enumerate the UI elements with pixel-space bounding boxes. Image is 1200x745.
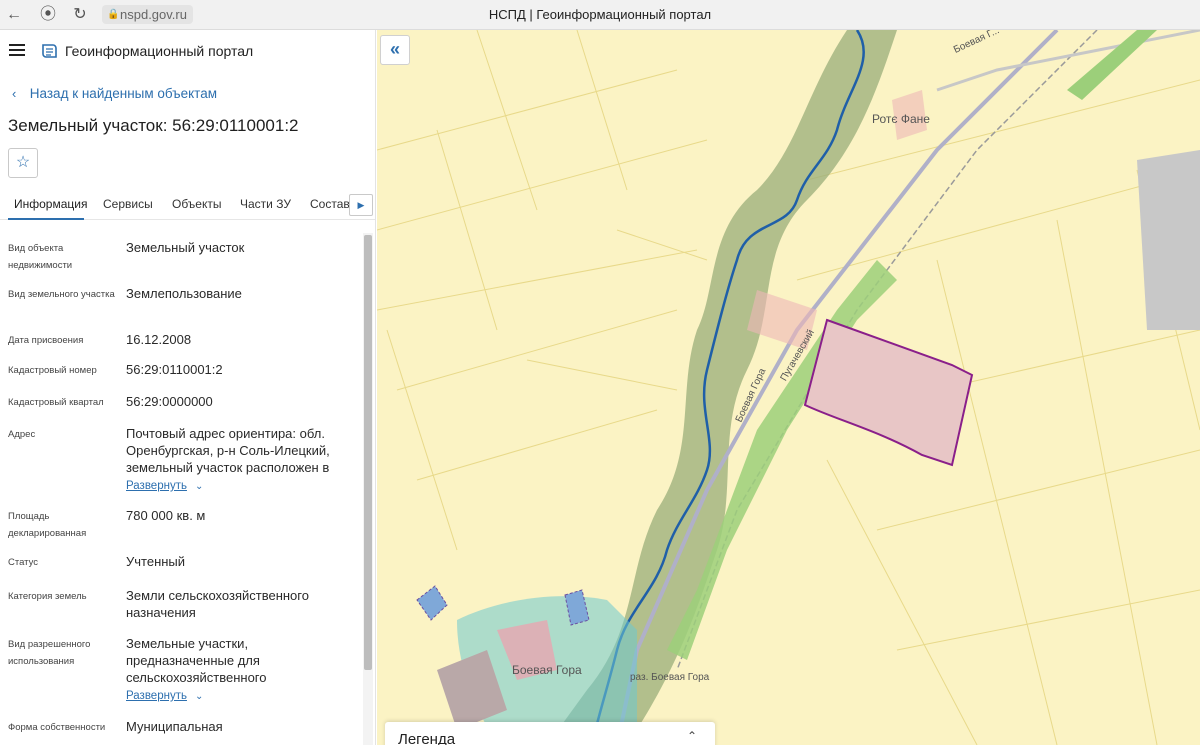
- tab-objects[interactable]: Объекты: [172, 197, 222, 211]
- portal-logo-icon: [42, 44, 57, 58]
- back-to-results-link[interactable]: ‹ Назад к найденным объектам: [12, 86, 217, 101]
- property-value: Земельные участки, предназначенные для с…: [126, 636, 267, 685]
- scrollbar-thumb[interactable]: [364, 235, 372, 670]
- property-label: Форма собственности: [8, 722, 106, 733]
- property-value: Землепользование: [126, 286, 242, 301]
- expand-address-link[interactable]: Развернуть ⌄: [126, 480, 203, 492]
- tab-parts[interactable]: Части ЗУ: [240, 197, 291, 211]
- property-value: Земли сельскохозяйственного назначения: [126, 588, 309, 620]
- chevron-down-icon: ⌄: [194, 691, 204, 702]
- star-icon: ☆: [15, 154, 31, 171]
- property-value: 56:29:0000000: [126, 394, 213, 409]
- chevron-down-icon: ⌄: [194, 481, 204, 492]
- property-label: Дата присвоения: [8, 335, 84, 346]
- settlement-label: Боевая Гора: [512, 663, 582, 677]
- collapse-panel-button[interactable]: «: [380, 35, 410, 65]
- caret-right-icon: ▶: [357, 200, 365, 210]
- favorite-button[interactable]: ☆: [8, 148, 38, 178]
- menu-icon[interactable]: [9, 44, 25, 56]
- property-value: 56:29:0110001:2: [126, 362, 223, 377]
- station-label: раз. Боевая Гора: [630, 672, 710, 683]
- property-label: Площадь декларированная: [8, 511, 87, 539]
- chevron-left-icon: ‹: [12, 86, 17, 101]
- property-value: Почтовый адрес ориентира: обл. Оренбургс…: [126, 426, 330, 475]
- active-tab-indicator: [8, 218, 84, 220]
- green-strip: [1067, 30, 1157, 100]
- property-value: 780 000 кв. м: [126, 508, 206, 523]
- object-title: Земельный участок: 56:29:0110001:2: [8, 116, 299, 135]
- expand-label: Развернуть: [126, 690, 187, 702]
- tab-information[interactable]: Информация: [14, 197, 87, 211]
- tab-services[interactable]: Сервисы: [103, 197, 153, 211]
- map-view[interactable]: Ротє Фане Боевая Гора раз. Боевая Гора П…: [377, 30, 1200, 745]
- selected-parcel[interactable]: [803, 318, 974, 467]
- browser-tab-title: НСПД | Геоинформационный портал: [488, 7, 712, 22]
- expand-usage-link[interactable]: Развернуть ⌄: [126, 690, 203, 702]
- settlement-label: Ротє Фане: [872, 112, 930, 126]
- property-value: Земельный участок: [126, 240, 245, 255]
- property-label: Вид объекта недвижимости: [8, 243, 73, 271]
- property-label: Категория земель: [8, 591, 87, 602]
- settlement-block: [416, 585, 448, 621]
- back-link-label: Назад к найденным объектам: [29, 86, 218, 101]
- tab-composition[interactable]: Состав: [310, 197, 350, 211]
- expand-collapse-icon[interactable]: ⌃: [687, 729, 697, 743]
- double-chevron-left-icon: «: [389, 39, 400, 59]
- property-label: Вид земельного участка: [8, 289, 115, 300]
- property-label: Кадастровый квартал: [8, 397, 104, 408]
- tab-bar: Информация Сервисы Объекты Части ЗУ Сост…: [0, 190, 375, 220]
- app-title: Геоинформационный портал: [65, 43, 254, 59]
- map-canvas[interactable]: [377, 30, 1200, 745]
- property-value: 16.12.2008: [126, 332, 192, 347]
- industrial-area: [1137, 150, 1200, 330]
- property-label: Вид разрешенного использования: [8, 639, 91, 667]
- legend-panel[interactable]: Легенда ⌃: [385, 722, 715, 745]
- expand-label: Развернуть: [126, 480, 187, 492]
- property-label: Кадастровый номер: [8, 365, 97, 376]
- property-value: Муниципальная: [126, 719, 223, 734]
- property-label: Статус: [8, 557, 39, 568]
- sidebar-panel: Геоинформационный портал ‹ Назад к найде…: [0, 30, 376, 745]
- browser-toolbar: ← ⦿ ↻ 🔒 nspd.gov.ru НСПД | Геоинформацио…: [0, 0, 1200, 30]
- legend-title: Легенда: [398, 731, 456, 745]
- property-label: Адрес: [8, 429, 36, 440]
- tabs-scroll-right-button[interactable]: ▶: [349, 194, 373, 216]
- property-value: Учтенный: [126, 554, 186, 569]
